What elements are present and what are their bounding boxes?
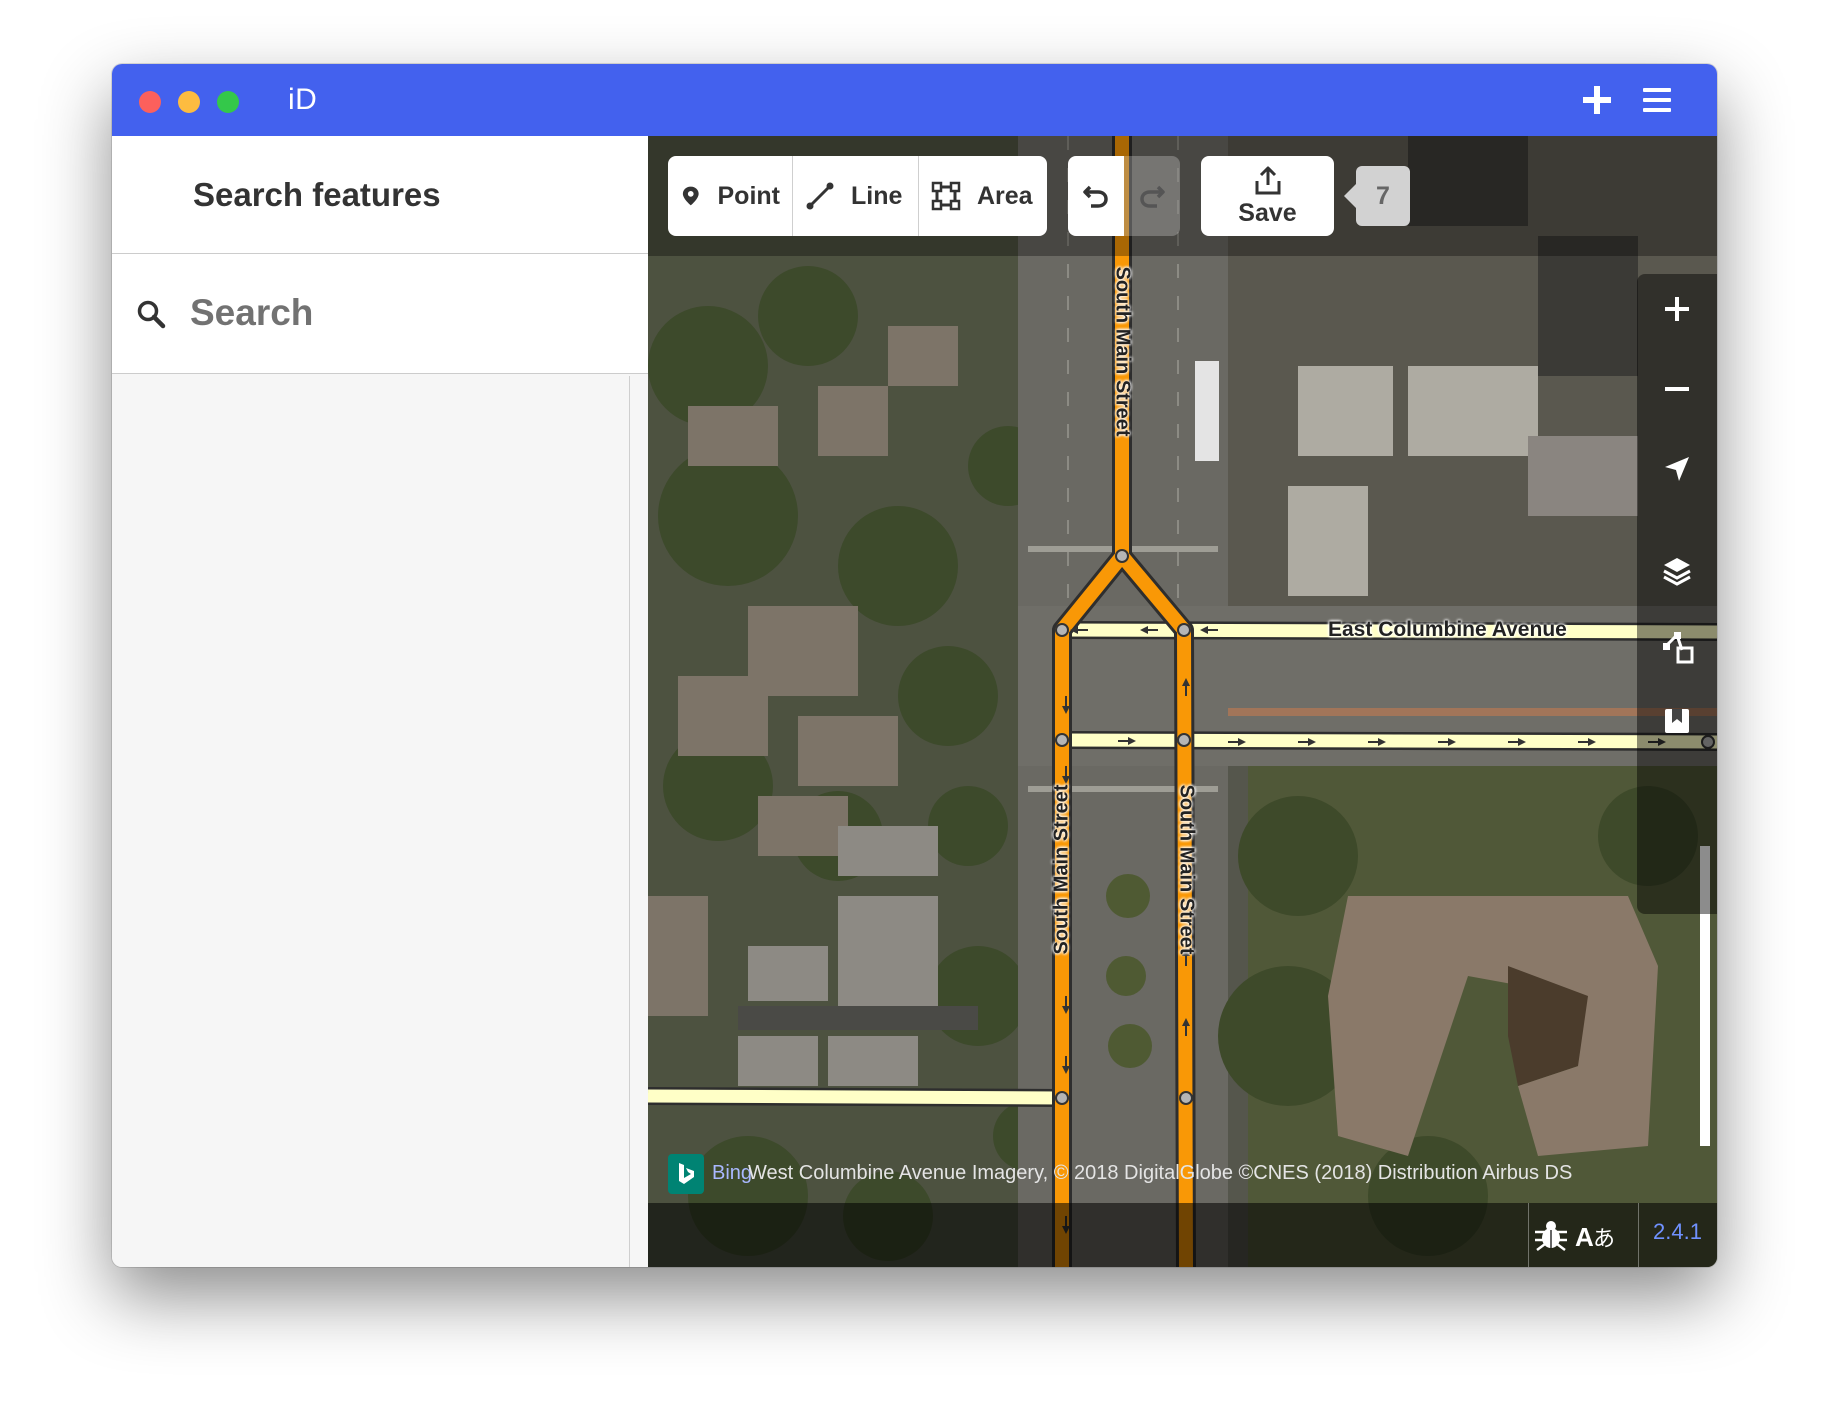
add-line-button[interactable]: Line: [793, 156, 919, 236]
footer-divider: [1528, 1203, 1529, 1267]
hamburger-menu-icon: [1643, 88, 1671, 112]
zoom-in-icon: [1665, 297, 1689, 321]
footer-tools: A あ: [1533, 1217, 1633, 1253]
bing-terms-link[interactable]: Bing: [712, 1162, 752, 1185]
east-columbine-eastbound-way[interactable]: [1061, 731, 1717, 751]
road-label-south-main-north: South Main Street: [1111, 266, 1134, 437]
undo-redo-group: [1068, 156, 1180, 236]
menu-button[interactable]: [1637, 80, 1677, 120]
window-minimize-button[interactable]: [178, 91, 200, 113]
window-close-button[interactable]: [139, 91, 161, 113]
area-icon: [931, 181, 961, 211]
layers-icon: [1663, 558, 1691, 586]
add-area-button[interactable]: Area: [919, 156, 1047, 236]
map-data-button[interactable]: [1637, 612, 1717, 682]
add-feature-modes: Point Line Area: [668, 156, 1047, 236]
help-button[interactable]: [1637, 686, 1717, 756]
svg-text:あ: あ: [1593, 1227, 1615, 1252]
add-area-label: Area: [977, 181, 1033, 210]
bing-icon: [679, 1163, 694, 1184]
window-maximize-button[interactable]: [217, 91, 239, 113]
imagery-attribution: Bing West Columbine Avenue Imagery, © 20…: [648, 1152, 1717, 1196]
map-canvas[interactable]: South Main Street South Main Street Sout…: [648, 136, 1717, 1267]
map-pin-icon: [682, 186, 699, 206]
feature-search: [112, 254, 648, 374]
add-point-label: Point: [717, 181, 781, 210]
map-controls: [1637, 274, 1717, 914]
upload-icon: [1255, 166, 1280, 194]
geolocate-icon: [1665, 457, 1689, 481]
sidebar-title: Search features: [193, 176, 441, 213]
west-columbine-avenue-way[interactable]: [648, 1087, 1063, 1107]
bing-logo[interactable]: [668, 1154, 704, 1194]
add-point-button[interactable]: Point: [668, 156, 793, 236]
title-bar: iD: [112, 64, 1717, 136]
geolocate-button[interactable]: [1637, 434, 1717, 504]
save-label: Save: [1238, 198, 1297, 227]
bug-icon[interactable]: [1533, 1218, 1569, 1252]
map-data-icon: [1663, 632, 1694, 664]
add-line-label: Line: [851, 181, 903, 210]
svg-text:A: A: [1575, 1222, 1594, 1252]
attribution-text: West Columbine Avenue Imagery, © 2018 Di…: [748, 1162, 1573, 1184]
line-icon: [806, 182, 834, 210]
road-label-south-main-se: South Main Street: [1175, 784, 1198, 955]
translate-icon[interactable]: A あ: [1575, 1218, 1617, 1252]
sidebar-scrollbar[interactable]: [629, 376, 630, 1267]
undo-icon: [1083, 185, 1108, 208]
zoom-out-button[interactable]: [1637, 354, 1717, 424]
edit-count-badge: 7: [1344, 166, 1410, 226]
background-layers-button[interactable]: [1637, 536, 1717, 606]
zoom-out-icon: [1665, 387, 1689, 391]
app-title: iD: [288, 83, 318, 116]
plus-icon: [1583, 86, 1611, 114]
sidebar-header: Search features: [112, 136, 648, 254]
map-footer: A あ 2.4.1: [648, 1203, 1717, 1267]
zoom-in-button[interactable]: [1637, 274, 1717, 344]
search-icon: [137, 300, 166, 329]
redo-button[interactable]: [1124, 156, 1180, 236]
redo-icon: [1140, 185, 1165, 208]
search-input[interactable]: [188, 282, 628, 344]
road-label-east-columbine: East Columbine Avenue: [1328, 618, 1567, 641]
undo-button[interactable]: [1068, 156, 1124, 236]
road-label-south-main-sw: South Main Street: [1050, 784, 1073, 955]
version-number[interactable]: 2.4.1: [1653, 1219, 1702, 1245]
app-window: iD Search features Search South Main Str…: [112, 64, 1717, 1267]
help-icon: [1665, 709, 1689, 733]
sidebar: Search features: [112, 136, 648, 1267]
save-button[interactable]: Save: [1201, 156, 1334, 236]
new-tab-button[interactable]: [1577, 80, 1617, 120]
osm-roads-layer: [648, 136, 1717, 1267]
footer-divider: [1638, 1203, 1639, 1267]
